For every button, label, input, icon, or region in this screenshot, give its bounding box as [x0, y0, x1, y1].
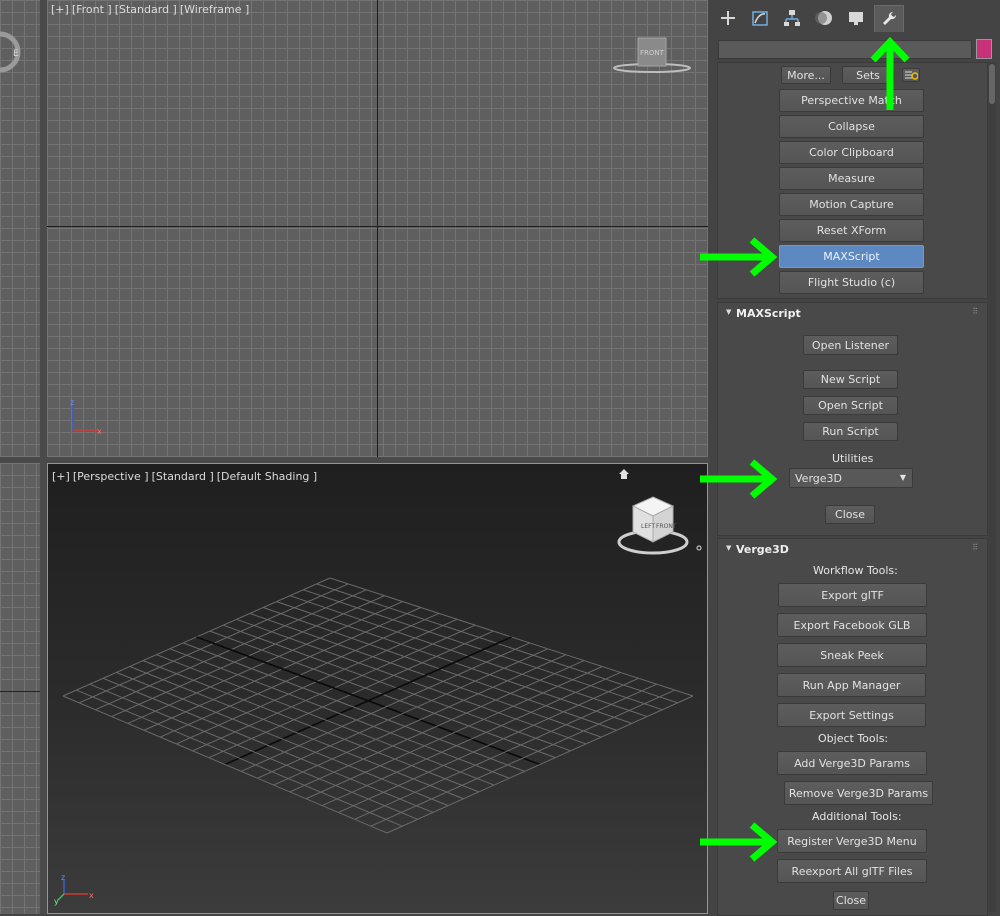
annotation-arrow-right [700, 237, 778, 277]
verge3d-close-button[interactable]: Close [833, 891, 869, 910]
additional-tools-label: Additional Tools: [812, 810, 902, 823]
viewcube-icon[interactable]: LEFT FRONT [613, 492, 708, 557]
maxscript-button[interactable]: MAXScript [779, 245, 924, 268]
axis-tripod-icon: z x [70, 398, 102, 436]
collapse-triangle-icon[interactable]: ▼ [726, 544, 731, 552]
grid-line [76, 689, 403, 827]
collapse-button[interactable]: Collapse [779, 115, 924, 138]
viewcube-icon[interactable]: FRONT [607, 34, 697, 79]
grid-line [354, 683, 657, 820]
svg-text:y: y [54, 897, 59, 906]
annotation-arrow-up [870, 36, 910, 110]
axis-tripod-icon: z x y [54, 874, 94, 906]
svg-text:LEFT: LEFT [641, 523, 655, 530]
tab-motion[interactable] [810, 5, 838, 31]
annotation-arrow-right [700, 459, 778, 499]
front-viewport-label[interactable]: [+] [Front ] [Standard ] [Wireframe ] [51, 3, 252, 16]
chevron-down-icon: ▼ [899, 473, 906, 482]
tab-utilities[interactable] [874, 5, 904, 32]
svg-text:E: E [13, 49, 19, 59]
home-icon[interactable] [618, 468, 630, 480]
run-script-button[interactable]: Run Script [803, 422, 898, 441]
grid-line [370, 689, 676, 827]
grip-icon[interactable]: ⠿ [972, 543, 979, 552]
motion-capture-button[interactable]: Motion Capture [779, 193, 924, 216]
svg-text:x: x [89, 891, 94, 900]
more-button[interactable]: More... [781, 66, 831, 84]
close-button[interactable]: Close [825, 505, 875, 524]
run-app-manager-button[interactable]: Run App Manager [777, 673, 926, 697]
axis-line [0, 691, 40, 692]
color-swatch[interactable] [976, 39, 992, 59]
open-listener-button[interactable]: Open Listener [803, 335, 898, 355]
svg-text:z: z [61, 874, 65, 882]
color-clipboard-button[interactable]: Color Clipboard [779, 141, 924, 164]
grip-icon[interactable]: ⠿ [972, 307, 979, 316]
utilities-dropdown-value: Verge3D [795, 471, 842, 485]
viewport-shading[interactable]: [Wireframe ] [180, 3, 249, 16]
viewport-divider-vertical[interactable] [40, 0, 47, 914]
grid-line [102, 677, 434, 813]
grid-line [62, 695, 388, 834]
register-verge3d-menu-button[interactable]: Register Verge3D Menu [777, 829, 927, 853]
utilities-label: Utilities [832, 452, 874, 465]
motion-icon [815, 11, 832, 25]
tab-modify[interactable] [746, 5, 774, 31]
front-viewport[interactable]: [+] [Front ] [Standard ] [Wireframe ] FRONT… [47, 0, 708, 457]
svg-text:FRONT: FRONT [640, 49, 665, 57]
sneak-peek-button[interactable]: Sneak Peek [777, 643, 927, 667]
svg-text:z: z [70, 398, 74, 407]
grid-line [89, 683, 418, 820]
export-facebook-glb-button[interactable]: Export Facebook GLB [777, 613, 927, 637]
wrench-icon [883, 11, 897, 25]
panel-scrollbar-thumb[interactable] [989, 64, 995, 104]
left-viewport-top[interactable]: E [0, 0, 40, 457]
perspective-grid [62, 577, 694, 834]
perspective-viewport[interactable]: [+] [Perspective ] [Standard ] [Default Sha… [47, 463, 708, 914]
open-script-button[interactable]: Open Script [803, 396, 898, 415]
export-gltf-button[interactable]: Export glTF [778, 583, 927, 607]
measure-button[interactable]: Measure [779, 167, 924, 190]
collapse-triangle-icon[interactable]: ▼ [726, 308, 731, 316]
object-name-field[interactable] [718, 40, 972, 59]
reset-xform-button[interactable]: Reset XForm [779, 219, 924, 242]
viewport-point-of-view[interactable]: [Front ] [72, 3, 112, 16]
utilities-dropdown[interactable]: Verge3D ▼ [789, 468, 913, 488]
hierarchy-icon [784, 10, 800, 26]
remove-verge3d-params-button[interactable]: Remove Verge3D Params [784, 781, 933, 805]
workflow-tools-label: Workflow Tools: [813, 564, 898, 577]
rollout-title[interactable]: MAXScript [736, 307, 801, 320]
new-script-button[interactable]: New Script [803, 370, 898, 389]
flight-studio-button[interactable]: Flight Studio (c) [779, 271, 924, 294]
command-panel-tabs [710, 0, 1000, 36]
world-axis-vertical [377, 0, 378, 457]
svg-text:FRONT: FRONT [656, 523, 677, 530]
rollout-title[interactable]: Verge3D [736, 543, 789, 556]
display-icon [849, 12, 863, 25]
plus-icon [721, 11, 735, 25]
viewcube-ring-icon: E [0, 31, 21, 73]
add-verge3d-params-button[interactable]: Add Verge3D Params [777, 751, 927, 775]
tab-create[interactable] [714, 5, 742, 31]
grid-line [386, 695, 694, 834]
viewport-menu-plus[interactable]: [+] [51, 3, 69, 16]
panel-scrollbar[interactable] [988, 62, 996, 912]
export-settings-button[interactable]: Export Settings [777, 703, 926, 727]
tab-display[interactable] [842, 5, 870, 31]
viewport-standard[interactable]: [Standard ] [115, 3, 177, 16]
object-tools-label: Object Tools: [818, 732, 889, 745]
reexport-all-gltf-button[interactable]: Reexport All glTF Files [777, 859, 927, 883]
svg-text:x: x [97, 427, 102, 436]
annotation-arrow-right [700, 822, 778, 862]
left-viewport-bottom[interactable] [0, 463, 40, 914]
modify-icon [752, 11, 768, 26]
tab-hierarchy[interactable] [778, 5, 806, 31]
